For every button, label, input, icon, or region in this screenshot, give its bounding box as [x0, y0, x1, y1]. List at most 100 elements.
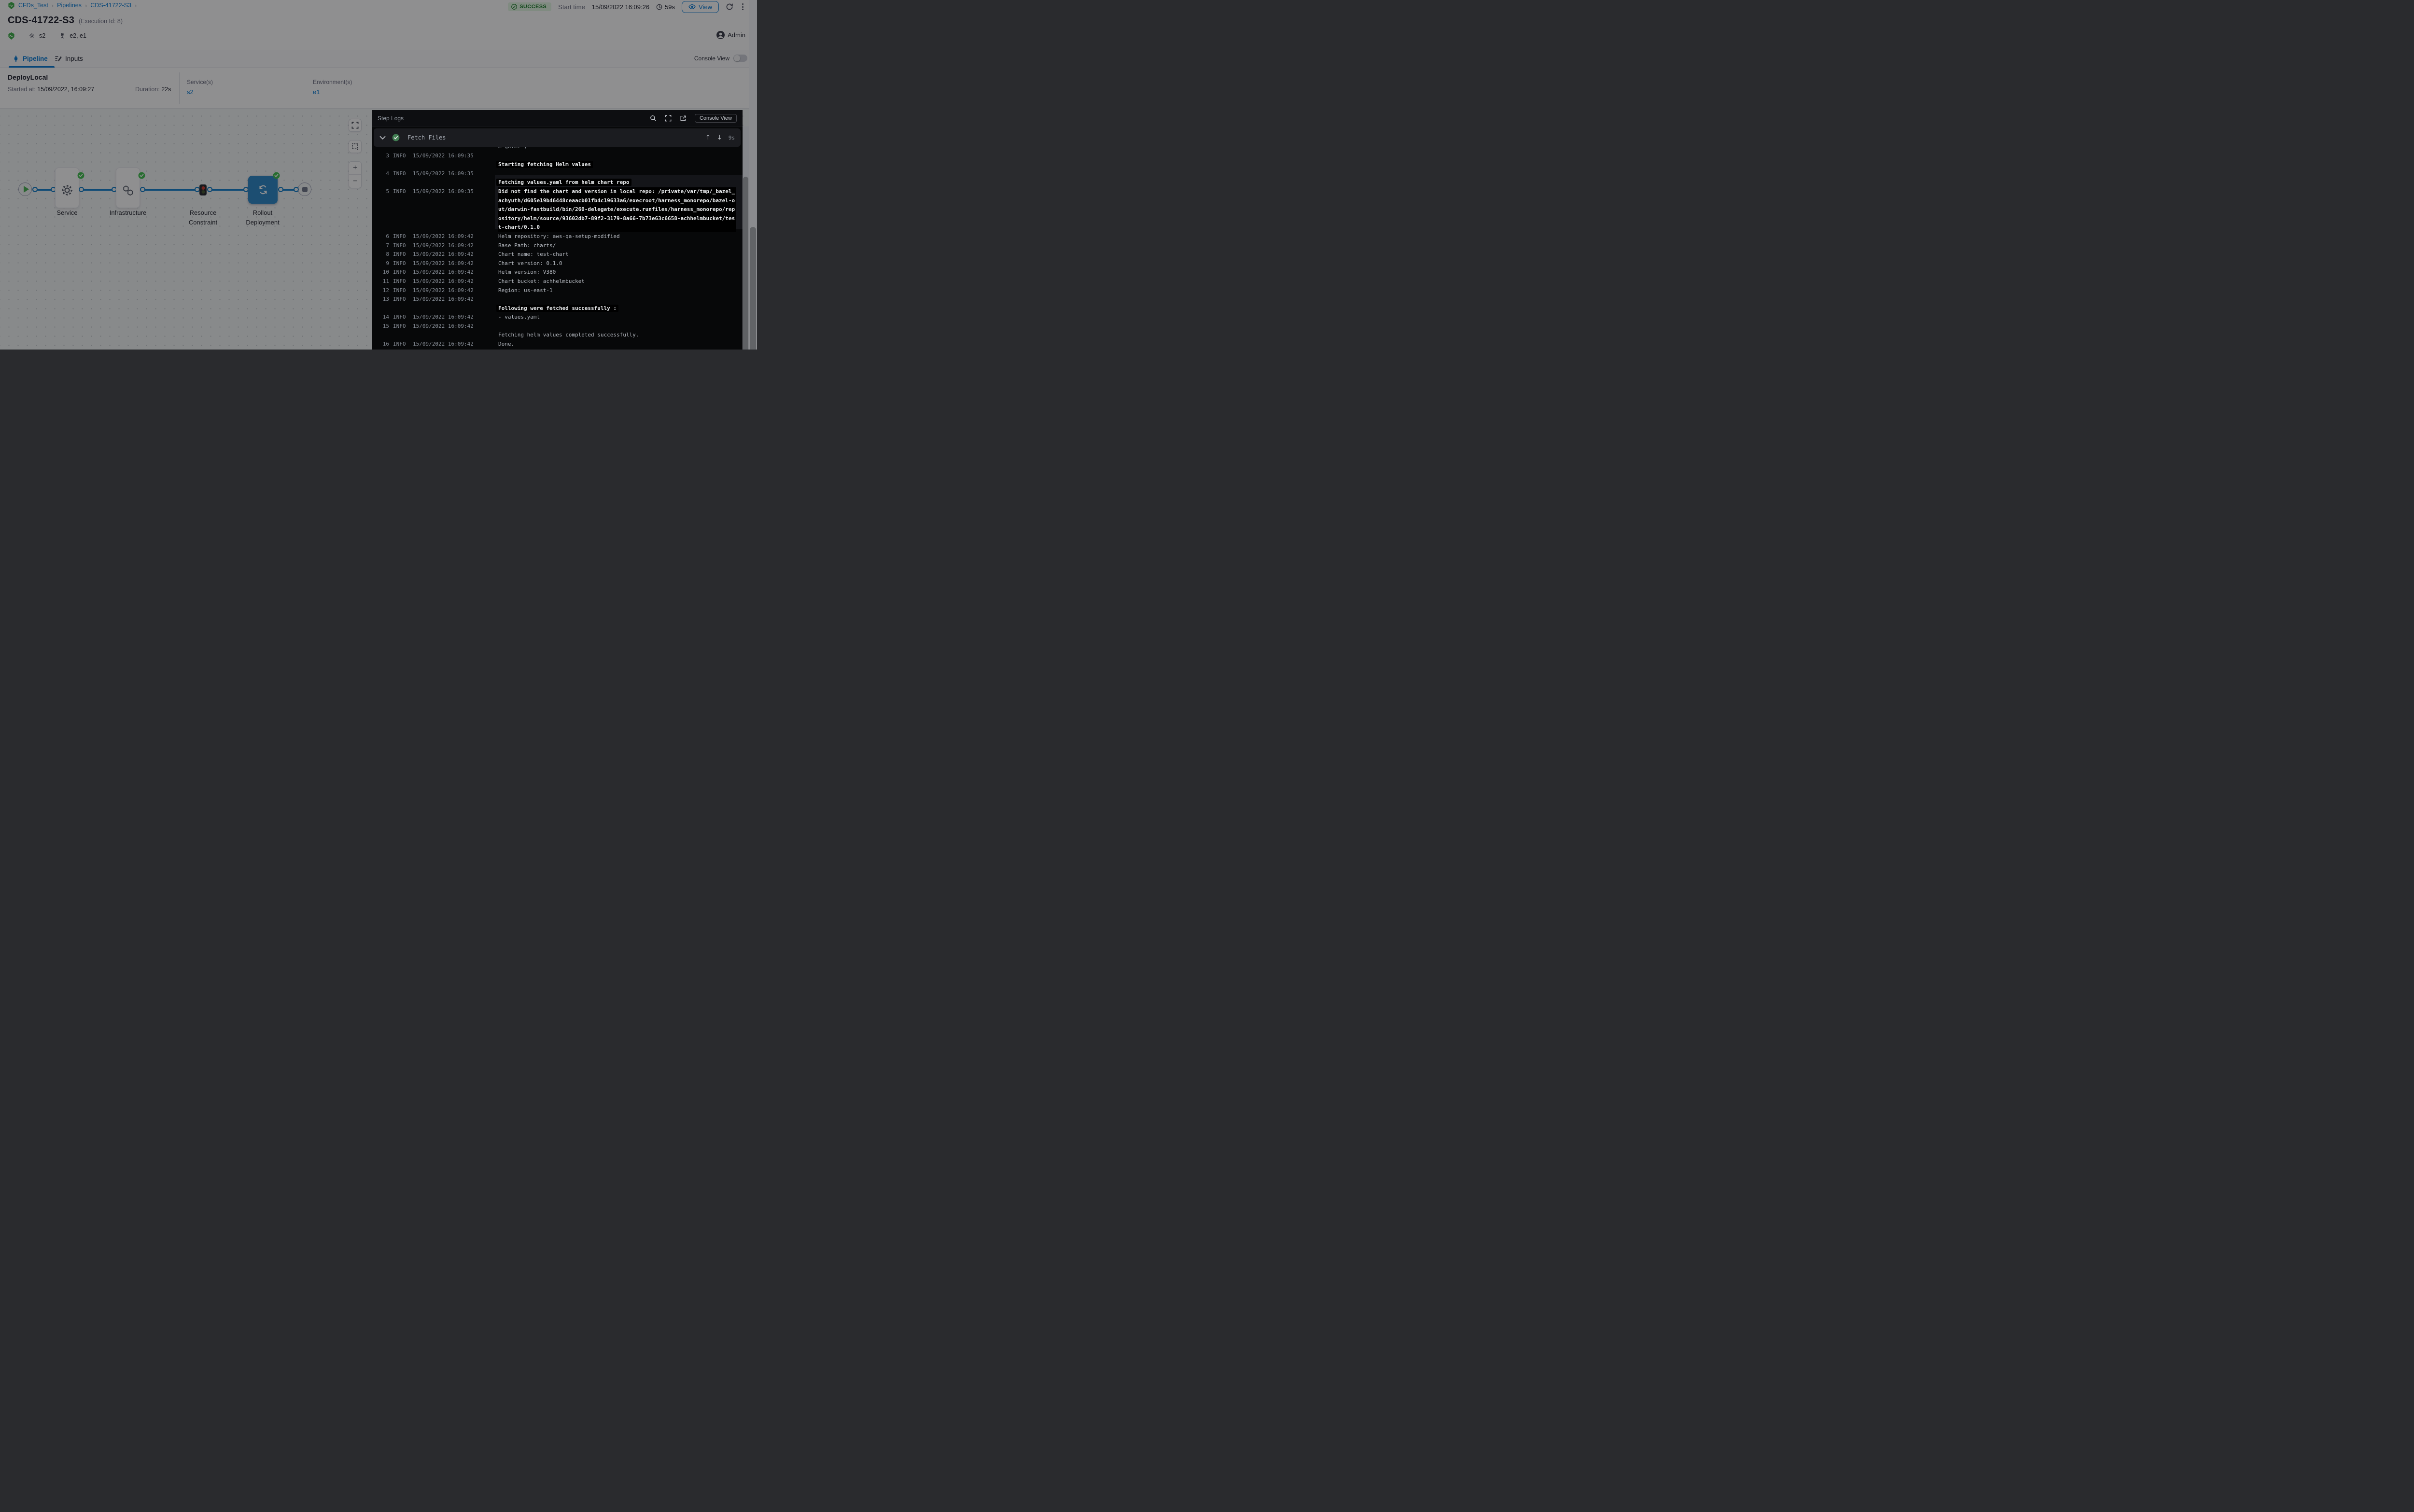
log-row: 5INFO15/09/2022 16:09:35Did not find the…	[377, 187, 738, 232]
log-timestamp: 15/09/2022 16:09:42	[413, 340, 474, 349]
log-scrollbar[interactable]	[743, 126, 749, 350]
start-time-value: 15/09/2022 16:09:26	[592, 3, 649, 11]
log-line-number: 11	[377, 277, 389, 286]
log-message: Chart bucket: achhelmbucket	[498, 277, 736, 286]
more-options-button[interactable]	[740, 2, 745, 11]
stage-name: DeployLocal	[8, 73, 48, 81]
log-line-number: 16	[377, 340, 389, 349]
node-infrastructure[interactable]	[116, 168, 140, 208]
service-tag: s2	[39, 32, 45, 39]
page-scrollbar-thumb[interactable]	[750, 227, 756, 350]
zoom-in-button[interactable]: +	[349, 162, 361, 175]
success-check-icon	[138, 172, 145, 179]
log-row: 9INFO15/09/2022 16:09:42Chart version: 0…	[377, 259, 738, 268]
harness-pipeline-execution-page: CFDs_Test › Pipelines › CDS-41722-S3 › C…	[0, 0, 757, 350]
breadcrumb-pipeline-name[interactable]: CDS-41722-S3	[90, 2, 131, 9]
tab-inputs[interactable]: Inputs	[55, 50, 83, 68]
log-message: Helm repository: aws-qa-setup-modified	[498, 232, 736, 241]
log-row: 8INFO15/09/2022 16:09:42Chart name: test…	[377, 250, 738, 259]
log-level: INFO	[393, 169, 406, 187]
page-header: CFDs_Test › Pipelines › CDS-41722-S3 › C…	[0, 0, 757, 50]
environment-icon	[59, 32, 66, 39]
canvas-select-button[interactable]	[349, 140, 362, 153]
log-console-view-button[interactable]: Console View	[695, 114, 737, 123]
start-node[interactable]	[18, 182, 32, 196]
inputs-icon	[55, 55, 62, 62]
breadcrumb-separator: ›	[85, 2, 87, 9]
log-message: Did not find the chart and version in lo…	[498, 187, 736, 232]
eye-icon	[688, 4, 696, 10]
node-rollout-deployment[interactable]	[248, 176, 278, 204]
view-button[interactable]: View	[682, 1, 719, 13]
log-level: INFO	[393, 241, 406, 251]
log-timestamp: 15/09/2022 16:09:35	[413, 187, 474, 232]
end-node[interactable]	[298, 182, 311, 196]
log-row: 16INFO15/09/2022 16:09:42Done.	[377, 340, 738, 349]
log-timestamp: 15/09/2022 16:09:42	[413, 268, 474, 277]
zoom-out-button[interactable]: −	[349, 175, 361, 188]
stage-started-at: Started at: 15/09/2022, 16:09:27	[8, 86, 94, 93]
breadcrumb-project[interactable]: CFDs_Test	[18, 2, 48, 9]
log-timestamp: 15/09/2022 16:09:42	[413, 277, 474, 286]
status-badge: SUCCESS	[508, 2, 551, 11]
chevron-down-icon	[379, 136, 386, 140]
stop-icon	[302, 187, 308, 192]
log-timestamp: 15/09/2022 16:09:42	[413, 322, 474, 340]
log-level: INFO	[393, 250, 406, 259]
log-message: Fetching helm values completed successfu…	[498, 322, 736, 340]
log-line-number: 10	[377, 268, 389, 277]
log-rows: m gofmt )3INFO15/09/2022 16:09:35Startin…	[377, 142, 738, 349]
console-view-toggle[interactable]	[733, 55, 747, 62]
start-time-label: Start time	[558, 3, 585, 11]
harness-cd-icon	[8, 32, 15, 40]
edge-port	[207, 187, 212, 192]
execution-id: (Execution Id: 8)	[79, 18, 123, 25]
graph-edge	[142, 189, 197, 191]
log-message: Region: us-east-1	[498, 286, 736, 295]
log-search-button[interactable]	[650, 115, 657, 122]
log-timestamp: 15/09/2022 16:09:42	[413, 295, 474, 313]
execution-tabs: Pipeline Inputs Console View	[0, 50, 757, 68]
log-line-number: 7	[377, 241, 389, 251]
tab-inputs-label: Inputs	[65, 55, 83, 62]
log-level: INFO	[393, 295, 406, 313]
log-row: 13INFO15/09/2022 16:09:42Following were …	[377, 295, 738, 313]
log-line-number: 13	[377, 295, 389, 313]
scroll-to-top-button[interactable]: ↑	[705, 134, 711, 141]
marquee-select-icon	[351, 143, 359, 150]
tab-pipeline[interactable]: Pipeline	[13, 50, 48, 68]
service-link[interactable]: s2	[187, 88, 194, 96]
user-name: Admin	[728, 31, 745, 39]
node-label-service: Service	[45, 208, 89, 218]
edge-port	[79, 187, 84, 192]
fullscreen-icon	[351, 122, 359, 129]
service-gear-icon	[28, 32, 35, 39]
log-scrollbar-thumb[interactable]	[743, 177, 748, 350]
refresh-button[interactable]	[726, 3, 733, 11]
log-row: 12INFO15/09/2022 16:09:42Region: us-east…	[377, 286, 738, 295]
graph-edge	[210, 189, 246, 191]
environment-link[interactable]: e1	[313, 88, 320, 96]
breadcrumb: CFDs_Test › Pipelines › CDS-41722-S3 ›	[8, 1, 137, 9]
canvas-fit-button[interactable]	[349, 119, 362, 132]
stage-summary-bar: DeployLocal Started at: 15/09/2022, 16:0…	[0, 68, 757, 109]
log-level: INFO	[393, 152, 406, 169]
scroll-to-bottom-button[interactable]: ↓	[717, 134, 722, 141]
user-menu[interactable]: Admin	[716, 31, 745, 39]
log-message: - values.yaml	[498, 313, 736, 322]
node-label-resource-constraint: Resource Constraint	[183, 208, 223, 227]
log-expand-button[interactable]	[665, 115, 672, 122]
log-timestamp: 15/09/2022 16:09:42	[413, 313, 474, 322]
log-row: 10INFO15/09/2022 16:09:42Helm version: V…	[377, 268, 738, 277]
rolling-deploy-icon	[257, 184, 269, 196]
breadcrumb-pipelines[interactable]: Pipelines	[57, 2, 82, 9]
page-scrollbar[interactable]	[749, 0, 757, 350]
step-success-icon	[392, 134, 400, 141]
log-open-new-tab-button[interactable]	[680, 115, 687, 122]
log-level: INFO	[393, 268, 406, 277]
log-step-group-header[interactable]: Fetch Files ↑ ↓ 9s	[374, 128, 741, 147]
node-resource-constraint[interactable]	[199, 184, 207, 196]
log-line-number: 4	[377, 169, 389, 187]
node-service[interactable]	[55, 168, 79, 208]
log-timestamp: 15/09/2022 16:09:42	[413, 286, 474, 295]
